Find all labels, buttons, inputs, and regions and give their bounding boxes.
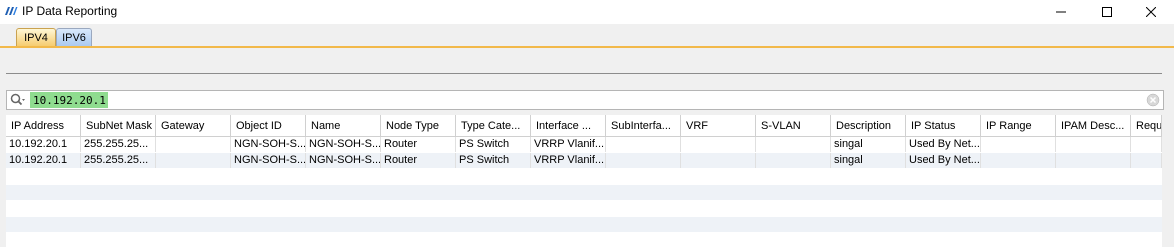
divider [6, 73, 1162, 74]
column-header[interactable]: Object ID [231, 115, 306, 137]
table-cell [1131, 137, 1162, 152]
tab-strip: IPV4 IPV6 [0, 24, 1174, 48]
maximize-icon [1102, 7, 1112, 17]
column-header[interactable]: S-VLAN [756, 115, 831, 137]
ip-data-table: IP Address SubNet Mask Gateway Object ID Nam… [6, 115, 1162, 247]
maximize-button[interactable] [1084, 0, 1130, 24]
column-header[interactable]: Gateway [156, 115, 231, 137]
table-cell [756, 153, 831, 168]
table-cell: VRRP Vlanif... [531, 137, 606, 152]
column-header[interactable]: IPAM Desc... [1056, 115, 1131, 137]
table-cell [756, 137, 831, 152]
table-cell [1056, 137, 1131, 152]
close-icon [1146, 7, 1156, 17]
table-cell: 10.192.20.1 [6, 137, 81, 152]
tab-underline [0, 46, 1174, 48]
column-header[interactable]: SubInterfa... [606, 115, 681, 137]
table-cell: singal [831, 137, 906, 152]
empty-table-row[interactable] [6, 185, 1162, 200]
table-cell: singal [831, 153, 906, 168]
table-cell [606, 153, 681, 168]
window-title: IP Data Reporting [22, 4, 118, 18]
table-cell: NGN-SOH-S... [231, 137, 306, 152]
table-cell [981, 153, 1056, 168]
table-cell: Used By Net... [906, 137, 981, 152]
table-cell [156, 153, 231, 168]
table-cell: Used By Net... [906, 153, 981, 168]
table-cell: NGN-SOH-S... [231, 153, 306, 168]
table-cell: NGN-SOH-S... [306, 137, 381, 152]
table-cell: Router [381, 153, 456, 168]
column-header[interactable]: VRF [681, 115, 756, 137]
empty-table-row[interactable] [6, 217, 1162, 232]
column-header[interactable]: SubNet Mask [81, 115, 156, 137]
tab-ipv4[interactable]: IPV4 [16, 28, 56, 47]
empty-table-row[interactable] [6, 201, 1162, 216]
column-header[interactable]: IP Range [981, 115, 1056, 137]
table-cell [606, 137, 681, 152]
table-cell: PS Switch [456, 153, 531, 168]
column-header[interactable]: Type Cate... [456, 115, 531, 137]
search-input[interactable] [30, 92, 108, 108]
table-row[interactable]: 10.192.20.1 255.255.25... NGN-SOH-S... NGN-… [6, 153, 1162, 168]
table-cell: VRRP Vlanif... [531, 153, 606, 168]
table-cell: NGN-SOH-S... [306, 153, 381, 168]
column-header[interactable]: IP Address [6, 115, 81, 137]
table-cell: 255.255.25... [81, 153, 156, 168]
column-header[interactable]: Description [831, 115, 906, 137]
tab-ipv6[interactable]: IPV6 [56, 28, 92, 47]
search-bar [6, 90, 1164, 110]
minimize-button[interactable] [1038, 0, 1084, 24]
table-cell: 255.255.25... [81, 137, 156, 152]
column-header[interactable]: IP Status [906, 115, 981, 137]
table-cell: 10.192.20.1 [6, 153, 81, 168]
table-row[interactable]: 10.192.20.1 255.255.25... NGN-SOH-S... NGN-… [6, 137, 1162, 152]
table-cell [681, 137, 756, 152]
close-button[interactable] [1128, 0, 1174, 24]
clear-search-icon[interactable] [1146, 93, 1160, 107]
app-logo-icon [5, 7, 18, 15]
search-icon[interactable] [10, 93, 26, 107]
title-bar: IP Data Reporting [0, 0, 1174, 24]
minimize-icon [1056, 11, 1066, 13]
column-header[interactable]: Node Type [381, 115, 456, 137]
table-cell [981, 137, 1056, 152]
column-header[interactable]: Interface ... [531, 115, 606, 137]
table-cell [156, 137, 231, 152]
table-cell [681, 153, 756, 168]
column-header[interactable]: Name [306, 115, 381, 137]
empty-table-row[interactable] [6, 169, 1162, 184]
table-header: IP Address SubNet Mask Gateway Object ID Nam… [6, 115, 1162, 137]
column-header[interactable]: Requ [1131, 115, 1162, 137]
table-cell [1131, 153, 1162, 168]
empty-table-row[interactable] [6, 233, 1162, 247]
table-cell: PS Switch [456, 137, 531, 152]
table-cell [1056, 153, 1131, 168]
table-cell: Router [381, 137, 456, 152]
